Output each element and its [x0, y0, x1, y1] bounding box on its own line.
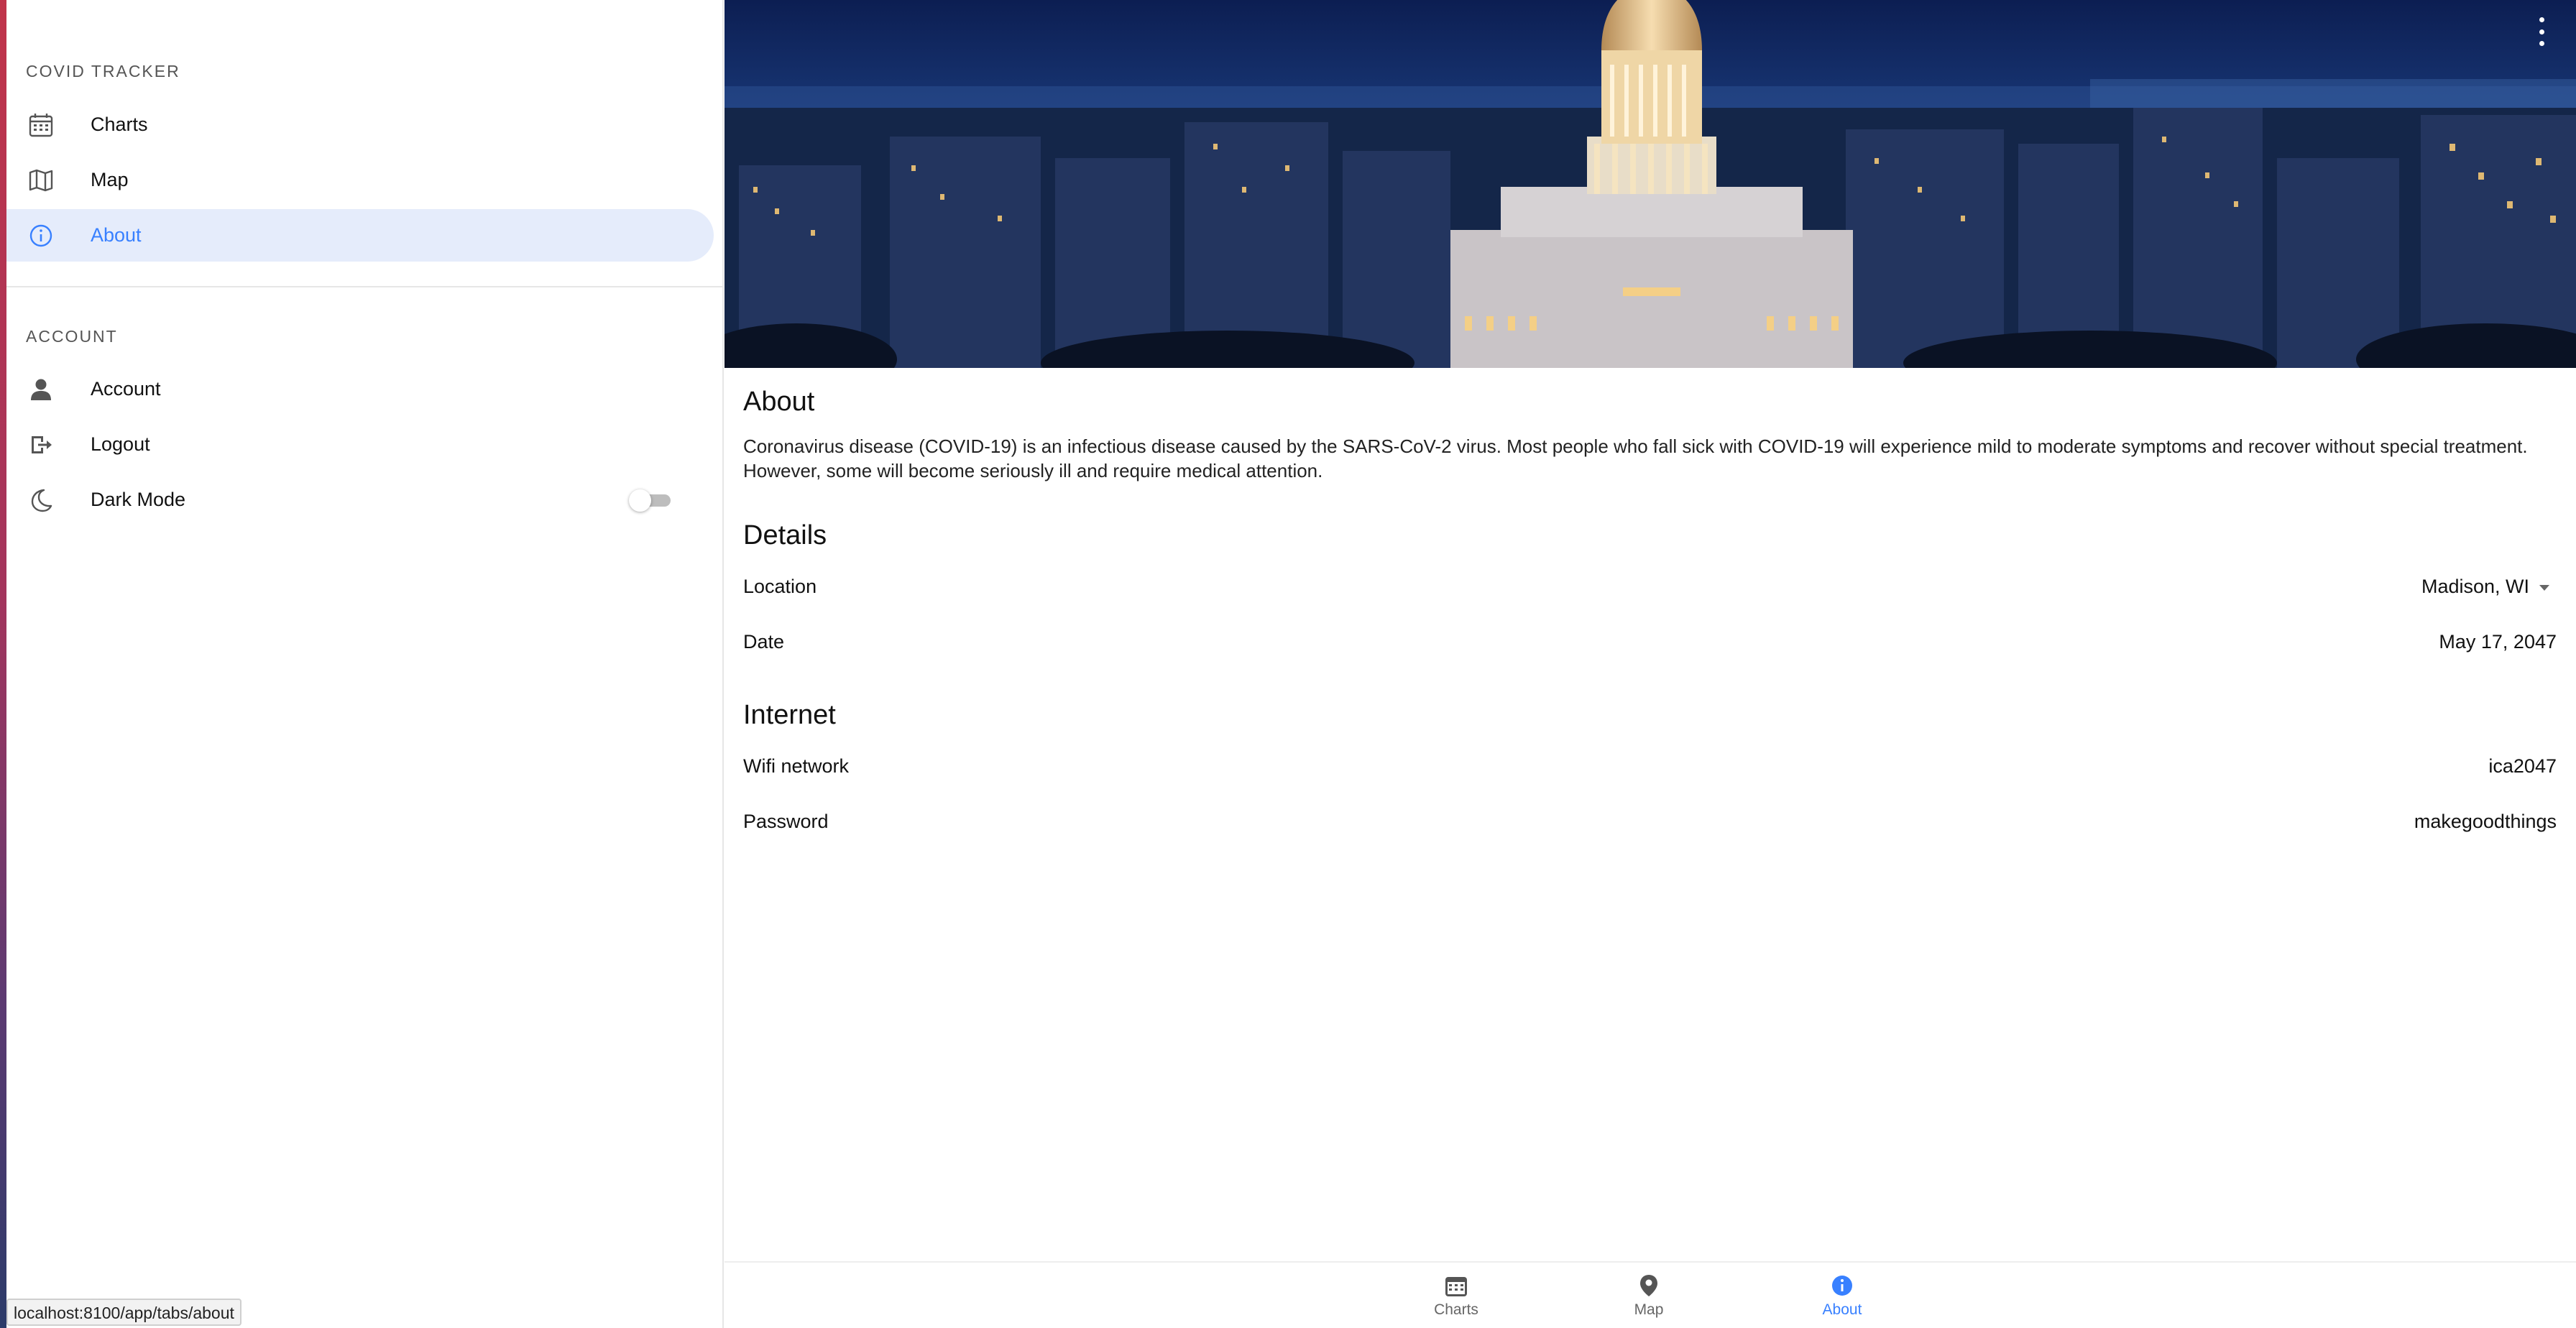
logout-icon: [27, 431, 55, 458]
more-vertical-icon[interactable]: [2534, 17, 2549, 46]
desktop-edge: [0, 0, 6, 1328]
dark-mode-toggle[interactable]: [629, 489, 672, 512]
more-dot: [2539, 17, 2544, 22]
tab-label: About: [1822, 1301, 1862, 1318]
location-select-value[interactable]: Madison, WI: [2421, 576, 2529, 598]
moon-icon: [27, 487, 55, 514]
menu-item-logout[interactable]: Logout: [6, 418, 714, 471]
tab-map[interactable]: Map: [1595, 1273, 1703, 1324]
map-icon: [27, 167, 55, 194]
tab-bar: Charts Map About: [724, 1261, 2576, 1328]
status-bar-url: localhost:8100/app/tabs/about: [6, 1299, 242, 1326]
menu-item-label: Dark Mode: [91, 489, 186, 510]
date-row: Date May 17, 2047: [743, 631, 2557, 660]
date-value: May 17, 2047: [2439, 631, 2557, 653]
wifi-label: Wifi network: [743, 755, 850, 777]
toggle-knob: [629, 489, 651, 512]
menu-item-account[interactable]: Account: [6, 363, 714, 415]
info-icon: [1829, 1273, 1855, 1299]
about-description: Coronavirus disease (COVID-19) is an inf…: [743, 435, 2528, 481]
menu-item-about[interactable]: About: [6, 209, 714, 262]
info-icon: [27, 222, 55, 249]
more-dot: [2539, 41, 2544, 46]
menu-item-label: Charts: [91, 114, 148, 135]
menu-item-map[interactable]: Map: [6, 154, 714, 206]
person-icon: [27, 376, 55, 403]
tab-label: Map: [1634, 1301, 1664, 1318]
menu-section-title-tracker: COVID TRACKER: [26, 62, 180, 80]
tab-charts[interactable]: Charts: [1402, 1273, 1510, 1324]
location-label: Location: [743, 576, 817, 597]
password-value: makegoodthings: [2414, 811, 2557, 832]
details-title: Details: [743, 520, 827, 550]
tab-about[interactable]: About: [1788, 1273, 1896, 1324]
password-label: Password: [743, 811, 829, 832]
date-label: Date: [743, 631, 785, 653]
calendar-icon: [1443, 1273, 1469, 1299]
hero-image: [724, 0, 2576, 368]
menu-divider: [6, 286, 722, 287]
menu-item-label: Map: [91, 169, 129, 190]
tab-label: Charts: [1434, 1301, 1478, 1318]
password-row: Password makegoodthings: [743, 811, 2557, 839]
location-row[interactable]: Location Madison, WI: [743, 576, 2557, 604]
menu-item-label: About: [91, 224, 142, 246]
menu-item-label: Account: [91, 378, 161, 400]
menu-section-title-account: ACCOUNT: [26, 327, 118, 346]
chevron-down-icon: [2539, 585, 2549, 591]
about-title: About: [743, 387, 815, 417]
menu-item-label: Logout: [91, 433, 150, 455]
calendar-icon: [27, 111, 55, 139]
wifi-row: Wifi network ica2047: [743, 755, 2557, 784]
more-dot: [2539, 29, 2544, 34]
menu-item-charts[interactable]: Charts: [6, 98, 714, 151]
wifi-value: ica2047: [2488, 755, 2557, 777]
app-window: COVID TRACKER Charts Map About ACCOUNT A…: [0, 0, 2576, 1328]
side-menu: COVID TRACKER Charts Map About ACCOUNT A…: [6, 0, 724, 1328]
main-content: About Coronavirus disease (COVID-19) is …: [724, 0, 2576, 1328]
menu-item-dark-mode: Dark Mode: [6, 474, 714, 526]
location-pin-icon: [1636, 1273, 1662, 1299]
internet-title: Internet: [743, 700, 836, 730]
